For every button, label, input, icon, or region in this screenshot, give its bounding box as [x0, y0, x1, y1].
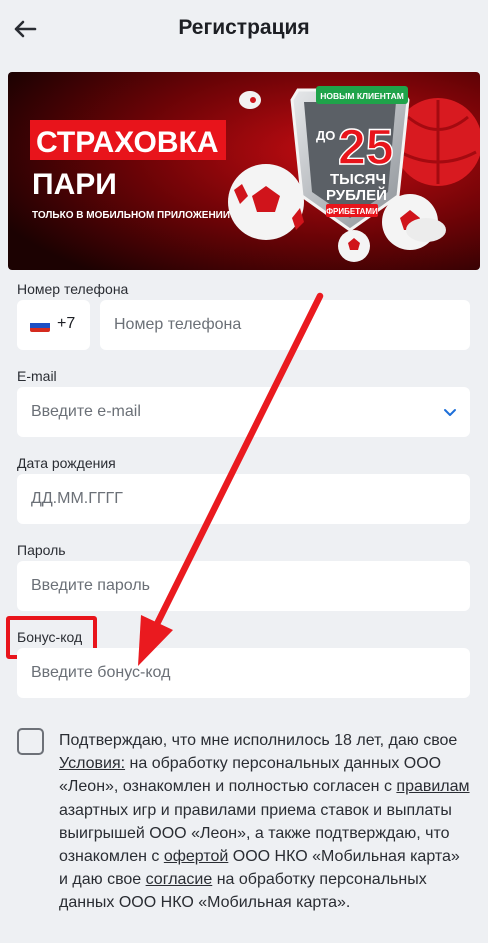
- consent-text: Подтверждаю, что мне исполнилось 18 лет,…: [59, 729, 473, 915]
- bonus-field[interactable]: [17, 648, 470, 698]
- decor-ball: [228, 164, 304, 240]
- birthdate-label: Дата рождения: [17, 455, 116, 471]
- ribbon-text: НОВЫМ КЛИЕНТАМ: [320, 91, 404, 101]
- rules-link[interactable]: правилам: [396, 778, 469, 795]
- decor-ball: [338, 230, 370, 262]
- birthdate-input[interactable]: [17, 474, 470, 524]
- terms-link[interactable]: Условия:: [59, 755, 125, 772]
- consent-part: Подтверждаю, что мне исполнилось 18 лет,…: [59, 732, 458, 749]
- promo-banner[interactable]: НОВЫМ КЛИЕНТАМ ДО 25 ТЫСЯЧ РУБЛЕЙ ФРИБЕТ…: [8, 72, 480, 270]
- page-title: Регистрация: [178, 16, 310, 39]
- prefix-text: ДО: [316, 128, 335, 143]
- country-code: +7: [57, 315, 76, 332]
- consent-checkbox[interactable]: [17, 728, 44, 755]
- password-input[interactable]: [17, 561, 470, 611]
- chevron-down-icon[interactable]: [442, 404, 458, 420]
- password-label: Пароль: [17, 542, 66, 558]
- phone-field[interactable]: [100, 300, 470, 350]
- bonus-input[interactable]: [17, 648, 470, 698]
- russia-flag-icon: [30, 319, 50, 332]
- tag-text: ФРИБЕТАМИ: [326, 207, 378, 216]
- phone-input[interactable]: [100, 300, 470, 350]
- headline-2: ПАРИ: [32, 168, 117, 201]
- header: Регистрация: [0, 0, 488, 58]
- birthdate-field[interactable]: [17, 474, 470, 524]
- email-field[interactable]: [17, 387, 470, 437]
- unit1-text: ТЫСЯЧ: [330, 171, 386, 188]
- banner-subtitle: ТОЛЬКО В МОБИЛЬНОМ ПРИЛОЖЕНИИ: [32, 210, 230, 221]
- unit2-text: РУБЛЕЙ: [326, 186, 387, 204]
- headline-1: СТРАХОВКА: [36, 126, 219, 159]
- offer-link[interactable]: офертой: [164, 848, 229, 865]
- email-input[interactable]: [17, 387, 470, 437]
- password-field[interactable]: [17, 561, 470, 611]
- phone-label: Номер телефона: [17, 281, 129, 297]
- amount-text: 25: [338, 119, 394, 175]
- email-label: E-mail: [17, 368, 57, 384]
- country-code-selector[interactable]: +7: [17, 300, 90, 350]
- consent-link[interactable]: согласие: [146, 871, 213, 888]
- bonus-label: Бонус-код: [17, 629, 83, 645]
